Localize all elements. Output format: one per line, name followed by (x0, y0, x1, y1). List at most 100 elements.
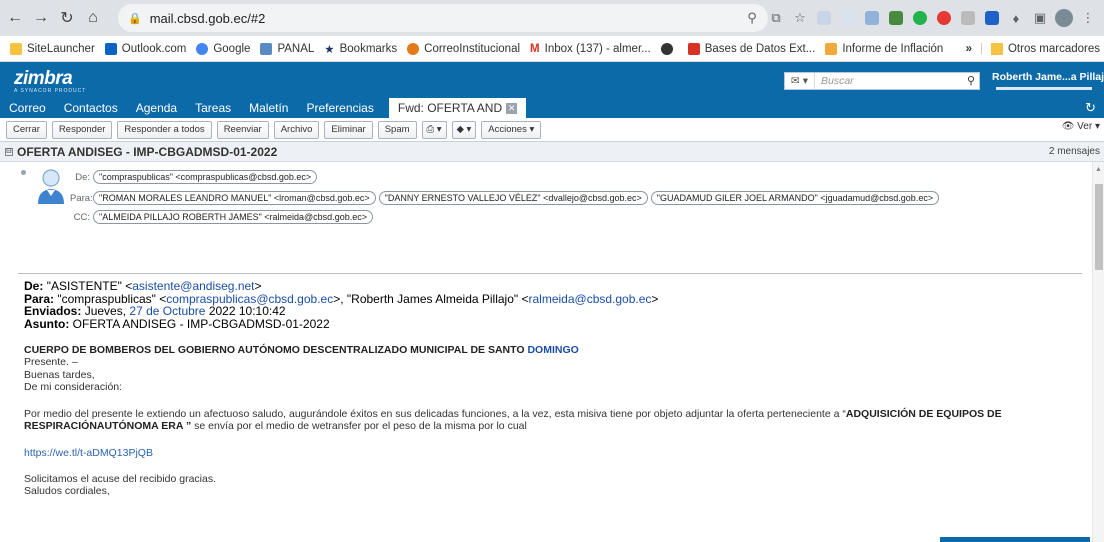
message-body: De: "ASISTENTE" <asistente@andiseg.net> … (24, 280, 1084, 498)
extension-icon[interactable] (934, 8, 954, 28)
tab-fwd-oferta[interactable]: Fwd: OFERTA AND ✕ (388, 98, 527, 118)
reply-all-button[interactable]: Responder a todos (117, 120, 212, 139)
github-icon (660, 42, 673, 55)
app-tabs: Correo Contactos Agenda Tareas Maletín P… (0, 98, 1104, 118)
search-input[interactable]: Buscar (821, 75, 854, 87)
refresh-icon[interactable]: ↻ (1085, 100, 1096, 116)
star-icon[interactable]: ☆ (790, 8, 810, 28)
bookmarks-bar: SiteLauncher Outlook.com Google PANAL ★ B… (0, 36, 1104, 62)
body-paragraph: RESPIRACIÓNAUTÓNOMA ERA ” se envía por e… (24, 420, 527, 432)
delete-button[interactable]: Eliminar (324, 120, 373, 139)
tag-icon: ◆ ▾ (456, 124, 472, 135)
tab-tareas[interactable]: Tareas (186, 98, 240, 118)
bookmark-item[interactable]: SiteLauncher (10, 42, 95, 55)
greeting-line: Buenas tardes, (24, 368, 95, 381)
star-icon: ★ (324, 43, 335, 56)
menu-icon[interactable]: ⋮ (1078, 8, 1098, 28)
lock-icon: 🔒 (128, 12, 142, 25)
forward-button[interactable]: Reenviar (216, 120, 269, 139)
extension-icon[interactable] (958, 8, 978, 28)
cc-row: CC: "ALMEIDA PILLAJO ROBERTH JAMES" <ral… (70, 210, 376, 224)
browser-window: ← → ↻ ⌂ 🔒 mail.cbsd.gob.ec/#2 ⚲ ⧉ ☆ ♦ ▣ … (0, 0, 1104, 542)
to-row: Para: "ROMAN MORALES LEANDRO MANUEL" <lr… (70, 191, 942, 205)
spam-button[interactable]: Spam (377, 120, 417, 139)
report-icon (825, 42, 838, 55)
message-count: 2 mensajes (1048, 146, 1100, 157)
to-address[interactable]: "DANNY ERNESTO VALLEJO VÉLEZ" <dvallejo@… (378, 191, 648, 205)
cc-address[interactable]: "ALMEIDA PILLAJO ROBERTH JAMES" <ralmeid… (93, 210, 373, 224)
bookmark-item[interactable]: CorreoInstitucional (407, 42, 520, 55)
gmail-icon: M (530, 42, 540, 55)
tab-contactos[interactable]: Contactos (55, 98, 127, 118)
view-dropdown[interactable]: 👁 Ver ▾ (1062, 121, 1100, 132)
print-icon: ⎙ ▾ (426, 124, 442, 135)
expand-icon[interactable]: ⊟ (5, 147, 13, 156)
extension-icon[interactable] (838, 8, 858, 28)
extension-icon[interactable] (862, 8, 882, 28)
scroll-up-icon[interactable]: ▲ (1095, 166, 1102, 173)
browser-extension-icons: ⚲ ⧉ ☆ ♦ ▣ ⋮ (742, 0, 1104, 36)
closing-line: Saludos cordiales, (24, 485, 110, 497)
bookmark-item[interactable]: Outlook.com (104, 42, 186, 55)
address-bar[interactable]: 🔒 mail.cbsd.gob.ec/#2 (118, 4, 768, 32)
close-button[interactable]: Cerrar (6, 120, 47, 139)
tab-preferencias[interactable]: Preferencias (297, 98, 382, 118)
actions-dropdown[interactable]: Acciones ▾ (481, 120, 542, 139)
message-header: De: "compraspublicas" <compraspublicas@c… (18, 164, 1088, 274)
extension-icon[interactable] (910, 8, 930, 28)
forward-icon[interactable]: → (30, 7, 52, 29)
search-type-dropdown[interactable]: ✉ ▾ (785, 73, 815, 89)
profile-avatar-icon[interactable] (1054, 8, 1074, 28)
conversation-subject: OFERTA ANDISEG - IMP-CBGADMSD-01-2022 (17, 144, 278, 159)
closing-line: Solicitamos el acuse del recibido gracia… (24, 472, 217, 485)
tab-maletin[interactable]: Maletín (240, 98, 297, 118)
other-bookmarks[interactable]: Otros marcadores (1008, 43, 1100, 55)
user-menu[interactable]: Roberth Jame...a Pillajo ▾ (992, 71, 1104, 83)
scrollbar[interactable]: ▲ (1092, 162, 1104, 542)
scrollbar-thumb[interactable] (1095, 184, 1103, 270)
bookmark-item[interactable]: Bases de Datos Ext... (687, 42, 815, 55)
google-icon (196, 42, 209, 55)
extension-icon[interactable] (814, 8, 834, 28)
more-bookmarks-button[interactable]: » (966, 43, 972, 55)
quota-bar (996, 87, 1092, 90)
home-icon[interactable]: ⌂ (82, 7, 104, 29)
back-icon[interactable]: ← (4, 7, 26, 29)
zoom-icon[interactable]: ⚲ (742, 8, 762, 28)
reply-button[interactable]: Responder (51, 120, 113, 139)
to-address[interactable]: "ROMAN MORALES LEANDRO MANUEL" <lroman@c… (93, 191, 376, 205)
message-toolbar: Cerrar Responder Responder a todos Reenv… (0, 118, 1104, 142)
correo-icon (407, 42, 420, 55)
bookmark-item[interactable] (660, 42, 678, 55)
bookmark-item[interactable]: PANAL (260, 42, 314, 55)
extensions-puzzle-icon[interactable]: ♦ (1006, 8, 1026, 28)
tag-button[interactable]: ◆ ▾ (451, 120, 477, 139)
wetransfer-link[interactable]: https://we.tl/t-aDMQ13PjQB (24, 447, 1084, 459)
extension-icon[interactable] (982, 8, 1002, 28)
from-address[interactable]: "compraspublicas" <compraspublicas@cbsd.… (93, 170, 318, 184)
reload-icon[interactable]: ↻ (56, 7, 78, 29)
folder-icon (990, 43, 1003, 55)
bookmark-item[interactable]: ★ Bookmarks (324, 42, 397, 56)
bookmark-item[interactable]: M Inbox (137) - almer... (530, 43, 651, 55)
search-icon[interactable]: ⚲ (967, 74, 975, 87)
sidepanel-icon[interactable]: ▣ (1030, 8, 1050, 28)
to-address[interactable]: "GUADAMUD GILER JOEL ARMANDO" <jguadamud… (650, 191, 940, 205)
search-box[interactable]: ✉ ▾ Buscar ⚲ (784, 72, 980, 90)
greeting-line: De mi consideración: (24, 381, 123, 393)
share-icon[interactable]: ⧉ (766, 8, 786, 28)
bookmarks-overflow: » | Otros marcadores (966, 36, 1100, 62)
browser-toolbar: ← → ↻ ⌂ 🔒 mail.cbsd.gob.ec/#2 ⚲ ⧉ ☆ ♦ ▣ … (0, 0, 1104, 36)
bookmark-item[interactable]: Google (196, 42, 250, 55)
avatar (38, 169, 64, 204)
body-paragraph: Por medio del presente le extiendo un af… (24, 407, 1002, 420)
tab-correo[interactable]: Correo (0, 98, 55, 118)
extension-icon[interactable] (886, 8, 906, 28)
print-button[interactable]: ⎙ ▾ (421, 120, 447, 139)
zimbra-logo[interactable]: zimbra A SYNACOR PRODUCT (14, 68, 86, 94)
bookmark-item[interactable]: Informe de Inflación (825, 42, 943, 55)
archive-button[interactable]: Archivo (273, 120, 320, 139)
email-link[interactable]: ralmeida@cbsd.gob.ec (529, 292, 652, 306)
close-icon[interactable]: ✕ (506, 102, 518, 114)
tab-agenda[interactable]: Agenda (127, 98, 186, 118)
